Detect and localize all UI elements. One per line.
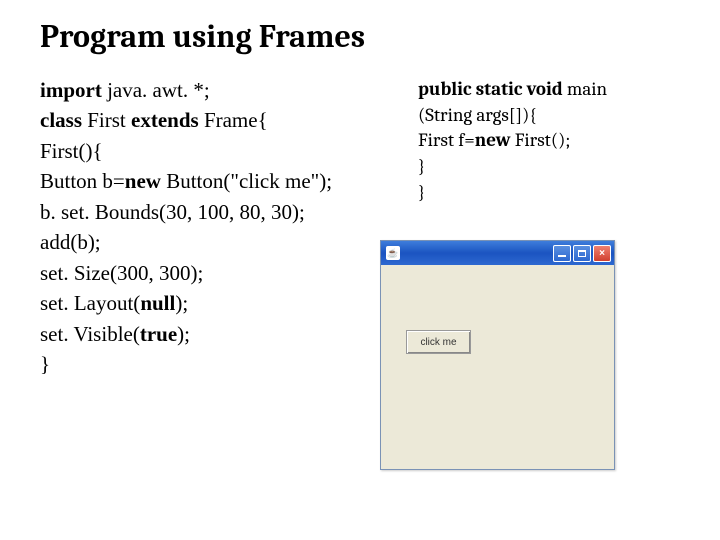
code-line: public static void main — [418, 77, 698, 103]
code-line: import java. awt. *; — [40, 75, 410, 105]
frame-body: click me — [381, 265, 614, 469]
maximize-button[interactable] — [573, 245, 591, 262]
code-line: class First extends Frame{ — [40, 105, 410, 135]
click-me-button[interactable]: click me — [406, 330, 471, 354]
close-button[interactable]: × — [593, 245, 611, 262]
awt-frame-window: ☕ × click me — [380, 240, 615, 470]
slide: Program using Frames import java. awt. *… — [0, 0, 720, 540]
code-line: Button b=new Button("click me"); — [40, 166, 410, 196]
java-icon: ☕ — [386, 246, 400, 260]
code-line: } — [418, 154, 698, 180]
code-left-block: import java. awt. *;class First extends … — [40, 75, 410, 379]
code-line: First f=new First(); — [418, 128, 698, 154]
code-line: set. Size(300, 300); — [40, 258, 410, 288]
titlebar-left: ☕ — [386, 246, 400, 260]
minimize-button[interactable] — [553, 245, 571, 262]
code-line: set. Layout(null); — [40, 288, 410, 318]
code-line: set. Visible(true); — [40, 319, 410, 349]
code-line: (String args[]){ — [418, 103, 698, 129]
slide-title: Program using Frames — [40, 18, 690, 55]
frame-titlebar: ☕ × — [381, 241, 614, 265]
code-line: b. set. Bounds(30, 100, 80, 30); — [40, 197, 410, 227]
window-controls: × — [553, 245, 611, 262]
code-line: First(){ — [40, 136, 410, 166]
code-line: } — [418, 180, 698, 206]
code-line: add(b); — [40, 227, 410, 257]
code-line: } — [40, 349, 410, 379]
